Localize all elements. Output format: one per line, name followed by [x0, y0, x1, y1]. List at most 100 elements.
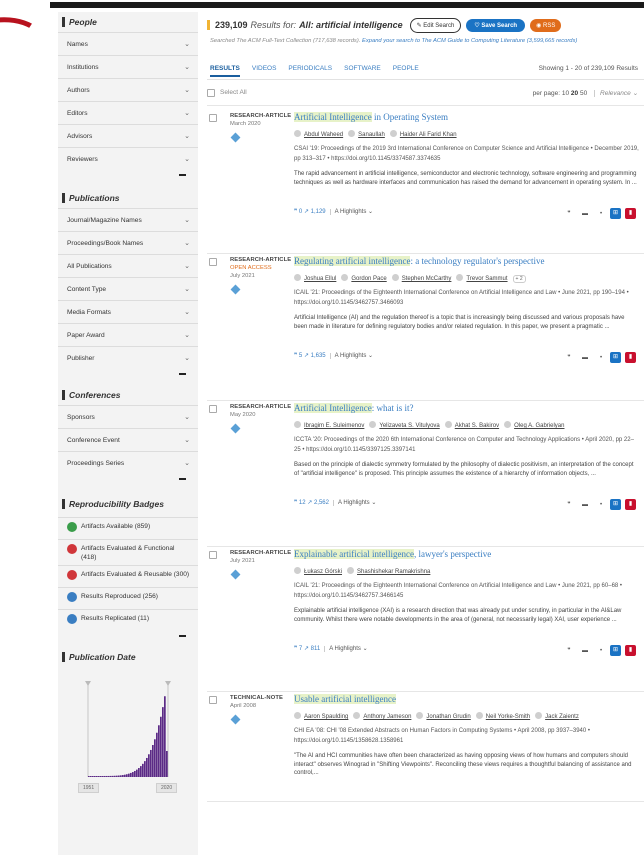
author-link[interactable]: Yelizaveta S. Vitulyova [379, 423, 439, 429]
pdf-icon[interactable]: ▮ [625, 352, 636, 363]
result-title[interactable]: Artificial Intelligence in Operating Sys… [294, 112, 448, 122]
author-link[interactable]: Sanaullah [358, 132, 385, 138]
collapse-badges-button[interactable] [58, 631, 198, 643]
filter-names[interactable]: Names ⌄ [58, 32, 198, 55]
result-title[interactable]: Artificial Intelligence: what is it? [294, 403, 413, 413]
author-link[interactable]: Jack Zaientz [545, 714, 579, 720]
result-title[interactable]: Explainable artificial intelligence, law… [294, 549, 491, 559]
badge-artifacts-available[interactable]: Artifacts Available (859) [58, 517, 198, 539]
html-icon[interactable]: ⊞ [610, 645, 621, 656]
per-page-10[interactable]: 10 [562, 90, 569, 97]
tab-software[interactable]: SOFTWARE [344, 65, 381, 72]
author-avatar-icon [347, 567, 355, 574]
end-year-box[interactable]: 2020 [156, 783, 178, 793]
badge-results-reproduced[interactable]: Results Reproduced (256) [58, 587, 198, 609]
cite-icon[interactable]: ❞ [564, 646, 574, 656]
filter-reviewers[interactable]: Reviewers ⌄ [58, 147, 198, 170]
filter-media-formats[interactable]: Media Formats ⌄ [58, 300, 198, 323]
filter-sponsors[interactable]: Sponsors ⌄ [58, 405, 198, 428]
author-link[interactable]: Abdul Waheed [304, 132, 343, 138]
result-checkbox[interactable] [209, 551, 217, 559]
author-link[interactable]: Trevor Sammut [466, 276, 507, 282]
rss-button[interactable]: ◉ RSS [530, 18, 562, 32]
expand-search-link[interactable]: Expand your search to The ACM Guide to C… [362, 38, 577, 44]
author-link[interactable]: Ibragim E. Suleimenov [304, 423, 364, 429]
select-all-label[interactable]: Select All [220, 89, 247, 96]
html-icon[interactable]: ⊞ [610, 352, 621, 363]
author-link[interactable]: Shashishekar Ramakrishna [357, 569, 430, 575]
cite-icon[interactable]: ❞ [564, 500, 574, 510]
filter-institutions[interactable]: Institutions ⌄ [58, 55, 198, 78]
tab-periodicals[interactable]: PERIODICALS [288, 65, 332, 72]
pdf-icon[interactable]: ▮ [625, 499, 636, 510]
html-icon[interactable]: ⊞ [610, 499, 621, 510]
author-link[interactable]: Joshua Ellul [304, 276, 336, 282]
slider-handle-end[interactable] [165, 681, 171, 686]
share-icon[interactable]: • [596, 500, 606, 510]
tab-videos[interactable]: VIDEOS [252, 65, 277, 72]
filter-publisher[interactable]: Publisher ⌄ [58, 346, 198, 369]
highlights-toggle[interactable]: A Highlights ⌄ [329, 209, 374, 215]
filter-content-type[interactable]: Content Type ⌄ [58, 277, 198, 300]
start-year-box[interactable]: 1951 [78, 783, 100, 793]
filter-paper-award[interactable]: Paper Award ⌄ [58, 323, 198, 346]
collapse-people-button[interactable] [58, 170, 198, 182]
share-icon[interactable]: • [596, 209, 606, 219]
author-link[interactable]: Stephen McCarthy [402, 276, 452, 282]
per-page-50[interactable]: 50 [580, 90, 587, 97]
result-title[interactable]: Usable artificial intelligence [294, 694, 396, 704]
filter-all-publications[interactable]: All Publications ⌄ [58, 254, 198, 277]
select-all-checkbox[interactable] [207, 88, 215, 97]
filter-journal-names[interactable]: Journal/Magazine Names ⌄ [58, 208, 198, 231]
highlights-toggle[interactable]: A Highlights ⌄ [332, 500, 377, 506]
slider-handle-start[interactable] [85, 681, 91, 686]
filter-advisors[interactable]: Advisors ⌄ [58, 124, 198, 147]
folder-icon[interactable]: ▬ [580, 209, 590, 219]
result-checkbox[interactable] [209, 114, 217, 122]
folder-icon[interactable]: ▬ [580, 353, 590, 363]
html-icon[interactable]: ⊞ [610, 208, 621, 219]
author-link[interactable]: Akhat S. Bakirov [455, 423, 499, 429]
collapse-conferences-button[interactable] [58, 474, 198, 486]
author-link[interactable]: Oleg A. Gabrielyan [514, 423, 564, 429]
cite-icon[interactable]: ❞ [564, 209, 574, 219]
author-link[interactable]: Anthony Jameson [363, 714, 411, 720]
folder-icon[interactable]: ▬ [580, 646, 590, 656]
author-link[interactable]: Gordon Pace [351, 276, 386, 282]
filter-authors[interactable]: Authors ⌄ [58, 78, 198, 101]
pdf-icon[interactable]: ▮ [625, 645, 636, 656]
badge-artifacts-functional[interactable]: Artifacts Evaluated & Functional (418) [58, 539, 198, 565]
author-link[interactable]: Haider Ali Farid Khan [400, 132, 457, 138]
tab-people[interactable]: PEOPLE [393, 65, 419, 72]
per-page-20[interactable]: 20 [571, 90, 578, 97]
author-link[interactable]: Aaron Spaulding [304, 714, 348, 720]
more-authors-button[interactable]: + 2 [512, 275, 526, 283]
result-title[interactable]: Regulating artificial intelligence: a te… [294, 256, 545, 266]
filter-editors[interactable]: Editors ⌄ [58, 101, 198, 124]
author-link[interactable]: Jonathan Grudin [426, 714, 470, 720]
filter-proceedings-series[interactable]: Proceedings Series ⌄ [58, 451, 198, 474]
badge-artifacts-reusable[interactable]: Artifacts Evaluated & Reusable (300) [58, 565, 198, 587]
cite-icon[interactable]: ❞ [564, 353, 574, 363]
result-checkbox[interactable] [209, 405, 217, 413]
tab-results[interactable]: RESULTS [210, 65, 240, 77]
badge-icon [67, 544, 77, 554]
share-icon[interactable]: • [596, 353, 606, 363]
share-icon[interactable]: • [596, 646, 606, 656]
edit-search-button[interactable]: ✎ Edit Search [409, 17, 462, 33]
pdf-icon[interactable]: ▮ [625, 208, 636, 219]
highlights-toggle[interactable]: A Highlights ⌄ [329, 353, 374, 359]
filter-conference-event[interactable]: Conference Event ⌄ [58, 428, 198, 451]
collapse-publications-button[interactable] [58, 369, 198, 381]
highlights-toggle[interactable]: A Highlights ⌄ [324, 646, 368, 652]
save-search-button[interactable]: ♡ Save Search [466, 18, 526, 32]
author-link[interactable]: Łukasz Górski [304, 569, 342, 575]
author-link[interactable]: Neil Yorke-Smith [486, 714, 530, 720]
result-checkbox[interactable] [209, 696, 217, 704]
folder-icon[interactable]: ▬ [580, 500, 590, 510]
result-checkbox[interactable] [209, 258, 217, 266]
sort-dropdown[interactable]: Relevance ⌄ [594, 89, 638, 97]
publication-date-histogram[interactable]: 1951 2020 [68, 679, 188, 793]
badge-results-replicated[interactable]: Results Replicated (11) [58, 609, 198, 631]
filter-proceedings-names[interactable]: Proceedings/Book Names ⌄ [58, 231, 198, 254]
